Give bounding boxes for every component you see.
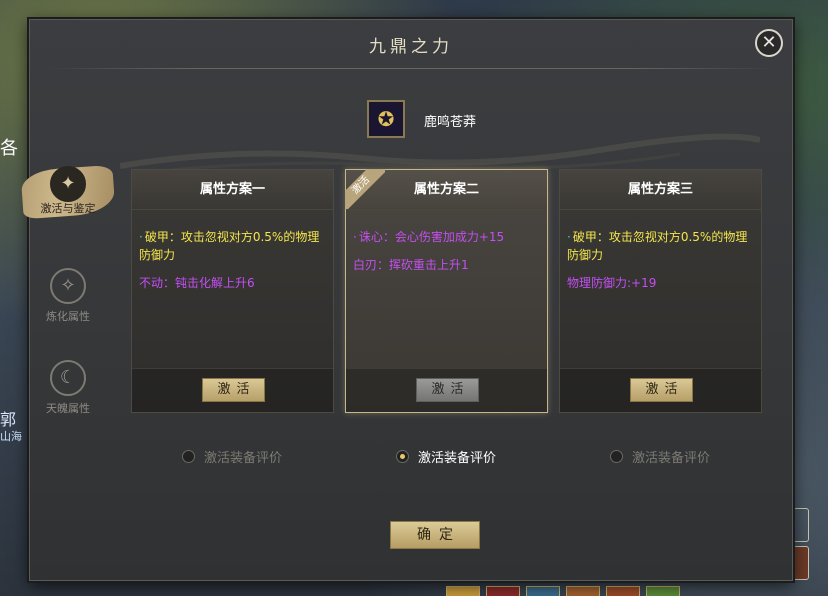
attribute-line: · 诛心：会心伤害加成力+15 <box>353 230 505 244</box>
scheme-attributes: · 诛心：会心伤害加成力+15 白刃：挥砍重击上升1 <box>346 210 547 274</box>
attribute-line: 不动：钝击化解上升6 <box>139 276 255 290</box>
card-footer: 激活 <box>132 368 333 412</box>
equipment-slot[interactable]: ✪ <box>367 100 405 138</box>
bg-text: 山海 <box>0 430 22 443</box>
radio-circle[interactable] <box>396 450 409 463</box>
equipment-name: 鹿鸣苍莽 <box>424 115 477 130</box>
attribute-line: · 破甲：攻击忽视对方0.5%的物理防御力 <box>139 230 320 262</box>
side-button[interactable] <box>793 546 809 580</box>
dialog-title: 九鼎之力 <box>369 37 453 57</box>
active-ribbon: 激活 <box>345 169 385 209</box>
attribute-line: · 破甲：攻击忽视对方0.5%的物理防御力 <box>567 230 748 262</box>
attribute-line: 物理防御力:+19 <box>567 276 657 290</box>
evaluation-radio-1[interactable]: 激活装备评价 <box>182 447 282 466</box>
armor-item-icon: ✪ <box>377 107 395 131</box>
skill-slot[interactable] <box>446 586 480 596</box>
tab-label: 天魄属性 <box>46 402 90 415</box>
confirm-button[interactable]: 确定 <box>390 521 480 549</box>
scheme-title: 属性方案一 <box>132 170 333 210</box>
title-bar: 九鼎之力 ✕ <box>30 20 792 68</box>
skill-slot[interactable] <box>566 586 600 596</box>
scheme-card-3[interactable]: 属性方案三 · 破甲：攻击忽视对方0.5%的物理防御力 物理防御力:+19 激活 <box>559 169 762 413</box>
scheme-attributes: · 破甲：攻击忽视对方0.5%的物理防御力 不动：钝击化解上升6 <box>132 210 333 292</box>
skill-slot[interactable] <box>486 586 520 596</box>
scheme-card-1[interactable]: 属性方案一 · 破甲：攻击忽视对方0.5%的物理防御力 不动：钝击化解上升6 激活 <box>131 169 334 413</box>
radio-label: 激活装备评价 <box>632 451 711 466</box>
skill-bar <box>446 586 680 596</box>
bg-text: 郭 <box>0 410 17 429</box>
scheme-card-2[interactable]: 激活 属性方案二 · 诛心：会心伤害加成力+15 白刃：挥砍重击上升1 激活 <box>345 169 548 413</box>
skill-slot[interactable] <box>606 586 640 596</box>
side-button[interactable] <box>793 508 809 542</box>
attribute-line: 白刃：挥砍重击上升1 <box>353 258 469 272</box>
skill-slot[interactable] <box>646 586 680 596</box>
card-footer: 激活 <box>560 368 761 412</box>
card-footer: 激活 <box>346 368 547 412</box>
divider <box>46 68 776 69</box>
tab-refine-attributes[interactable]: ✧ 炼化属性 <box>18 268 118 338</box>
scroll-seal-icon: ✦ <box>50 166 86 202</box>
radio-label: 激活装备评价 <box>418 451 497 466</box>
nine-cauldron-dialog: 九鼎之力 ✕ ✦ 激活与鉴定 ✧ 炼化属性 ☾ 天魄属性 ✪ 鹿鸣苍莽 属性方案… <box>20 19 793 581</box>
scheme-attributes: · 破甲：攻击忽视对方0.5%的物理防御力 物理防御力:+19 <box>560 210 761 292</box>
skill-slot[interactable] <box>526 586 560 596</box>
bg-text: 各 <box>0 138 18 159</box>
spark-swirl-icon: ✧ <box>50 268 86 304</box>
radio-circle[interactable] <box>182 450 195 463</box>
activate-button[interactable]: 激活 <box>416 378 479 402</box>
scheme-title: 属性方案三 <box>560 170 761 210</box>
radio-label: 激活装备评价 <box>204 451 283 466</box>
activate-button[interactable]: 激活 <box>630 378 693 402</box>
tab-activate-identify[interactable]: ✦ 激活与鉴定 <box>18 162 118 232</box>
close-icon: ✕ <box>761 32 777 53</box>
evaluation-radio-3[interactable]: 激活装备评价 <box>610 447 710 466</box>
tab-spirit-attributes[interactable]: ☾ 天魄属性 <box>18 360 118 430</box>
close-button[interactable]: ✕ <box>755 29 783 57</box>
moon-spirit-icon: ☾ <box>50 360 86 396</box>
evaluation-radio-2[interactable]: 激活装备评价 <box>396 447 496 466</box>
tab-label: 激活与鉴定 <box>40 202 96 215</box>
activate-button[interactable]: 激活 <box>202 378 265 402</box>
radio-circle[interactable] <box>610 450 623 463</box>
tab-label: 炼化属性 <box>46 310 90 323</box>
